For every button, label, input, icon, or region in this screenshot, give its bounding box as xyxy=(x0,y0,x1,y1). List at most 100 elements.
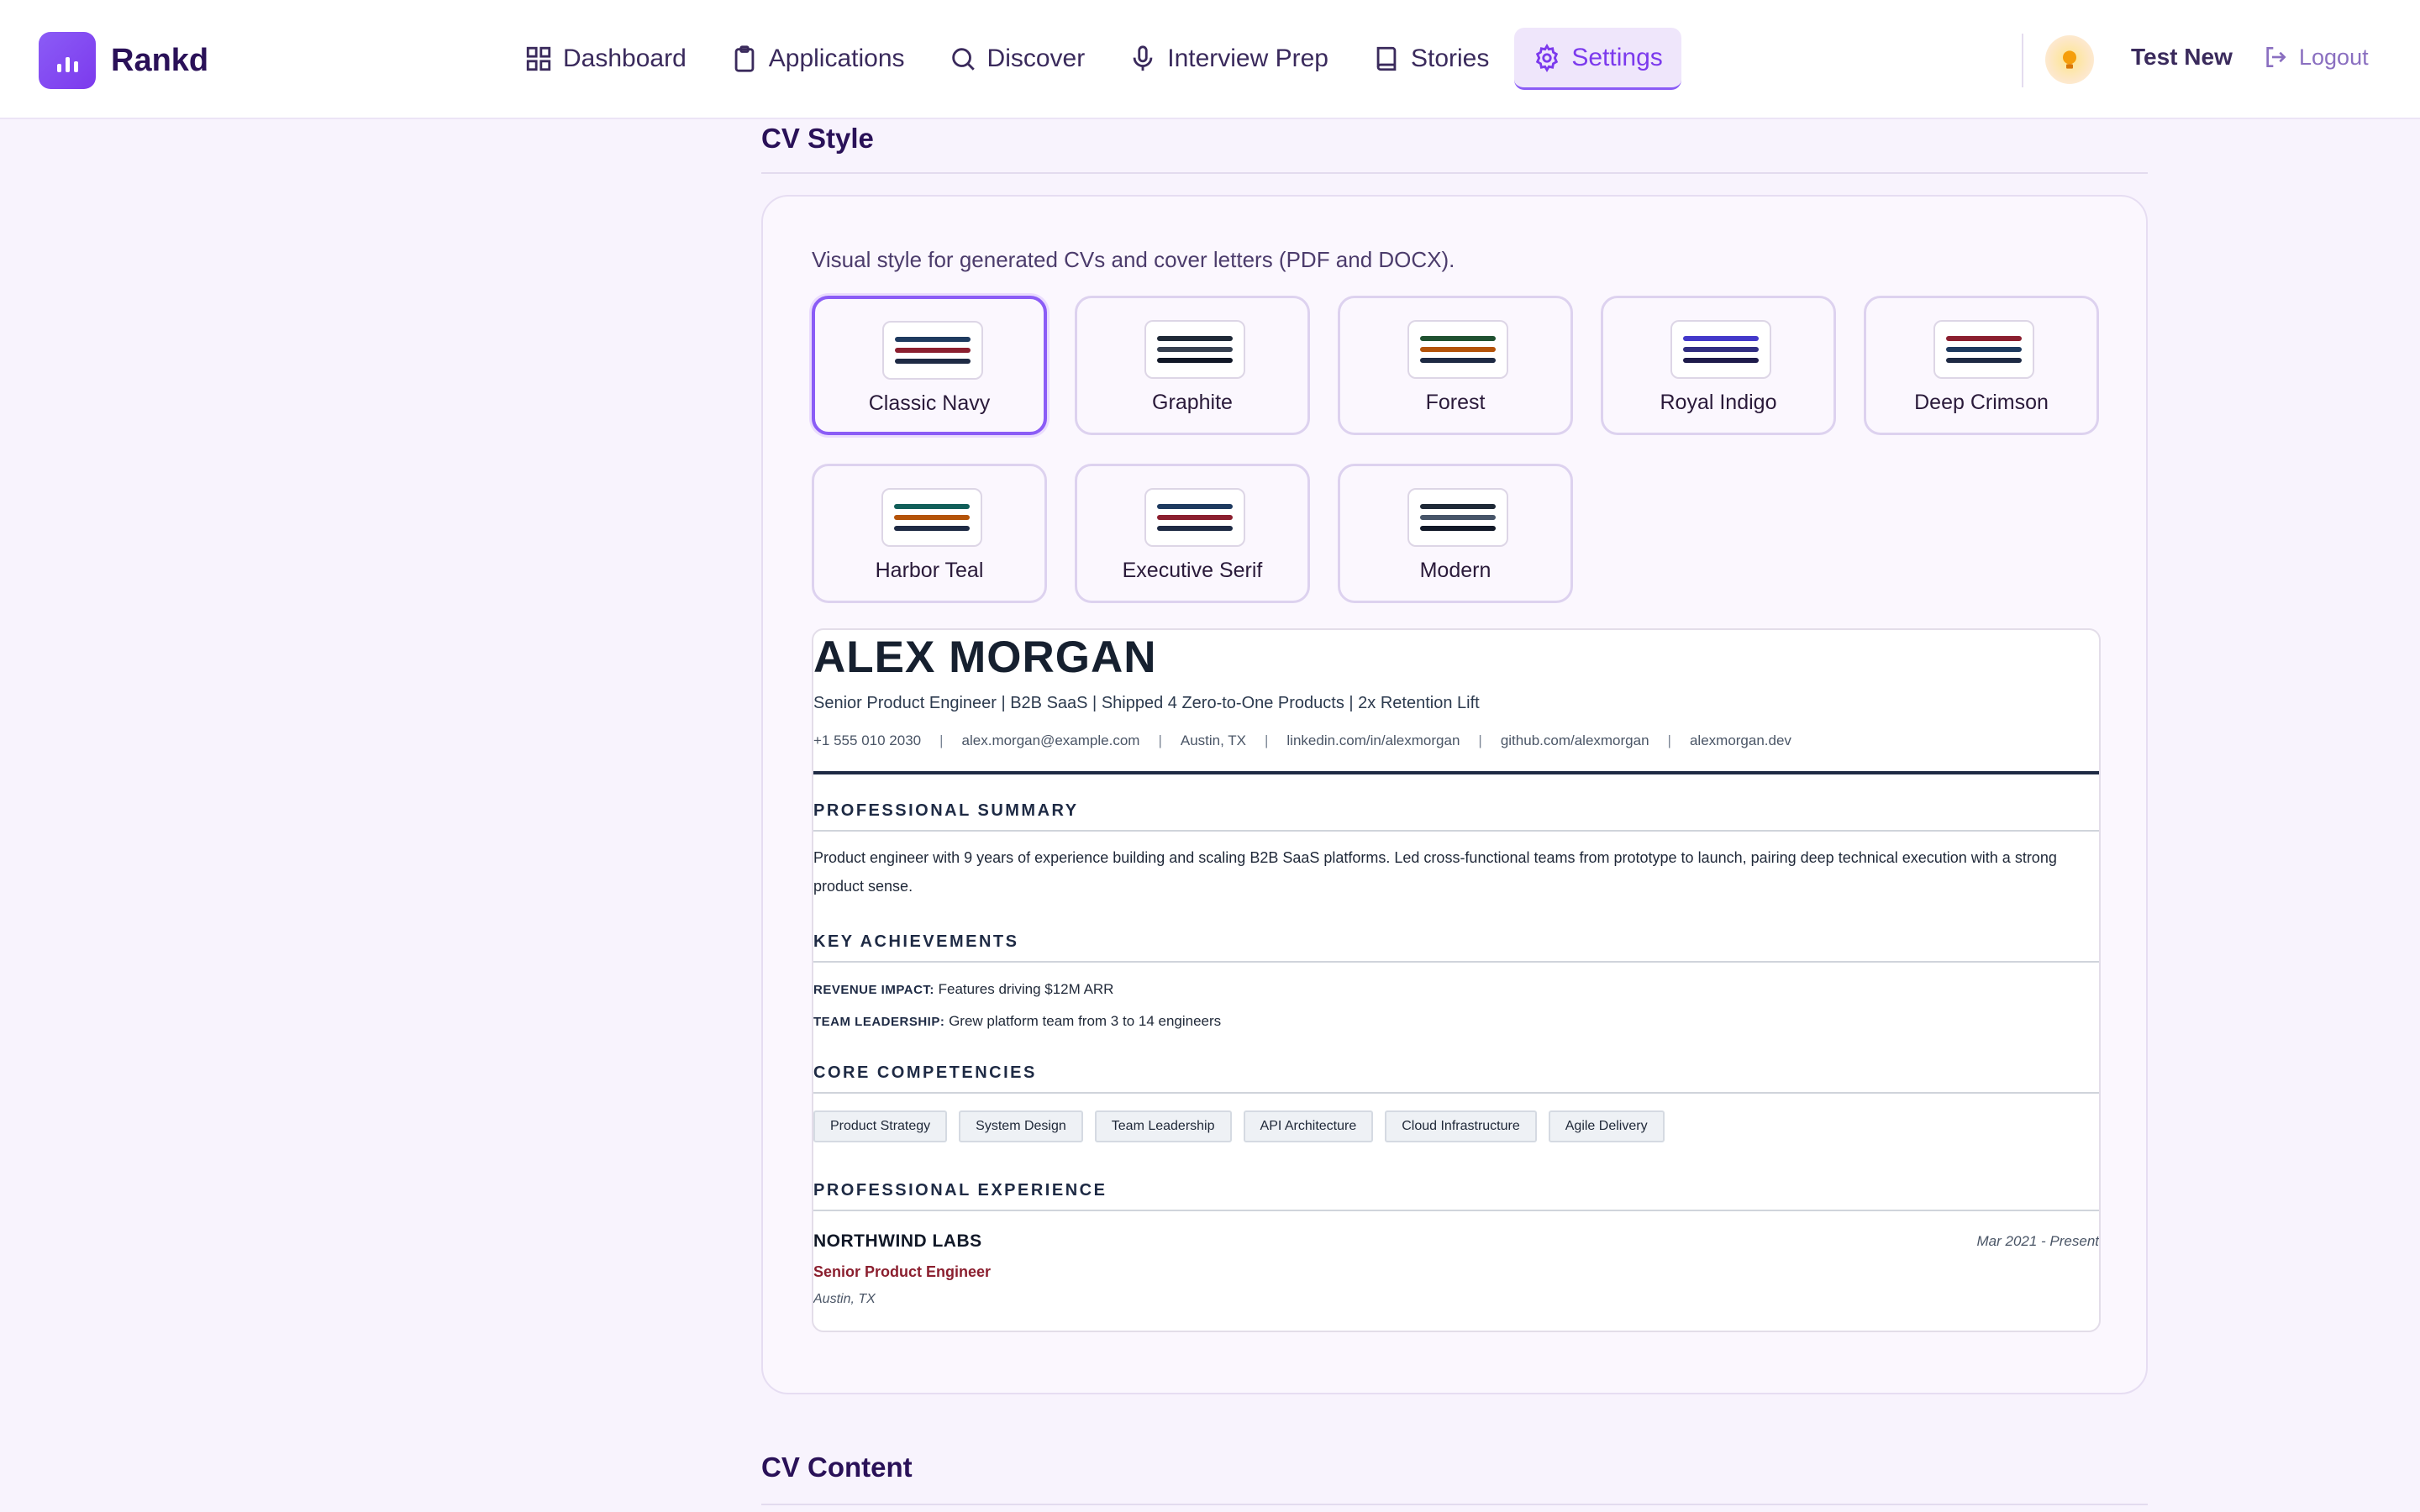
header-divider xyxy=(2022,34,2023,87)
cv-contact-item: linkedin.com/in/alexmorgan xyxy=(1286,732,1460,748)
cv-competency-chip: Team Leadership xyxy=(1094,1110,1232,1142)
nav-label: Stories xyxy=(1410,45,1490,72)
style-option-royal-indigo[interactable]: Royal Indigo xyxy=(1601,296,1836,435)
cv-contact-item: +1 555 010 2030 xyxy=(813,732,922,748)
book-icon xyxy=(1376,46,1397,71)
style-swatch-icon xyxy=(1407,320,1508,379)
swatch-stripe xyxy=(1420,515,1496,520)
style-option-graphite[interactable]: Graphite xyxy=(1075,296,1310,435)
cv-contact-separator: | xyxy=(1667,732,1671,748)
section-divider xyxy=(761,172,2148,174)
swatch-stripe xyxy=(894,526,970,531)
cv-contact-item: Austin, TX xyxy=(1180,732,1246,748)
cv-style-panel: Visual style for generated CVs and cover… xyxy=(761,195,2148,1394)
user-name[interactable]: Test New xyxy=(2131,44,2233,71)
swatch-stripe xyxy=(894,504,970,509)
section-title-cv-style: CV Style xyxy=(761,123,874,154)
top-navigation-bar: Rankd Dashboard Applications Discover In… xyxy=(0,0,2420,119)
cv-location: Austin, TX xyxy=(813,1292,876,1306)
nav-label: Interview Prep xyxy=(1167,45,1328,72)
swatch-stripe xyxy=(1683,358,1759,363)
nav-interview-prep[interactable]: Interview Prep xyxy=(1110,28,1347,90)
swatch-stripe xyxy=(1683,347,1759,352)
cv-heading-competencies: CORE COMPETENCIES xyxy=(813,1063,1037,1082)
main-nav: Dashboard Applications Discover Intervie… xyxy=(506,28,1688,90)
app-name: Rankd xyxy=(111,42,209,78)
swatch-stripe xyxy=(1420,504,1496,509)
cv-competency-list: Product Strategy System Design Team Leader… xyxy=(813,1110,1665,1142)
swatch-stripe xyxy=(1157,347,1233,352)
cv-achievement: REVENUE IMPACT: Features driving $12M AR… xyxy=(813,981,1113,998)
cv-dates: Mar 2021 - Present xyxy=(1976,1233,2099,1249)
cv-contact-line: +1 555 010 2030 | alex.morgan@example.com |… xyxy=(813,732,1791,749)
cv-achievement-label: TEAM LEADERSHIP: xyxy=(813,1015,945,1029)
swatch-stripe xyxy=(1157,358,1233,363)
style-option-label: Modern xyxy=(1419,559,1491,582)
cv-contact-item: alex.morgan@example.com xyxy=(961,732,1140,748)
style-option-deep-crimson[interactable]: Deep Crimson xyxy=(1864,296,2099,435)
nav-applications[interactable]: Applications xyxy=(712,28,923,90)
logout-button[interactable]: Logout xyxy=(2262,44,2369,71)
cv-summary-text: Product engineer with 9 years of experie… xyxy=(813,849,2057,895)
logout-icon xyxy=(2266,47,2286,67)
style-swatch-icon xyxy=(882,321,983,380)
swatch-stripe xyxy=(1157,336,1233,341)
cv-name: ALEX MORGAN xyxy=(813,633,1157,682)
cv-headline: Senior Product Engineer | B2B SaaS | Shi… xyxy=(813,694,1480,712)
swatch-stripe xyxy=(1420,526,1496,531)
cv-contact-item: alexmorgan.dev xyxy=(1689,732,1791,748)
cv-rule xyxy=(813,961,2099,963)
cv-contact-item: github.com/alexmorgan xyxy=(1500,732,1649,748)
nav-discover[interactable]: Discover xyxy=(930,28,1104,90)
cv-heading-experience: PROFESSIONAL EXPERIENCE xyxy=(813,1181,1107,1200)
style-option-forest[interactable]: Forest xyxy=(1338,296,1573,435)
nav-settings[interactable]: Settings xyxy=(1514,28,1681,90)
cv-contact-separator: | xyxy=(1478,732,1482,748)
style-option-label: Graphite xyxy=(1152,391,1233,414)
cv-achievement: TEAM LEADERSHIP: Grew platform team from… xyxy=(813,1013,1221,1030)
cv-contact-separator: | xyxy=(1264,732,1269,748)
style-option-label: Executive Serif xyxy=(1122,559,1263,582)
swatch-stripe xyxy=(895,337,971,342)
cv-rule xyxy=(813,1092,2099,1094)
cv-header-rule xyxy=(813,771,2099,774)
gear-icon xyxy=(1536,43,1559,72)
style-option-harbor-teal[interactable]: Harbor Teal xyxy=(812,464,1047,603)
cv-style-description: Visual style for generated CVs and cover… xyxy=(812,247,1455,272)
cv-rule xyxy=(813,1210,2099,1211)
cv-competency-chip: System Design xyxy=(959,1110,1083,1142)
nav-label: Discover xyxy=(986,45,1086,72)
style-swatch-icon xyxy=(881,488,982,547)
search-icon xyxy=(951,48,975,71)
style-swatch-icon xyxy=(1933,320,2034,379)
style-swatch-icon xyxy=(1144,320,1245,379)
brand-logo[interactable]: Rankd xyxy=(39,32,208,89)
style-option-label: Deep Crimson xyxy=(1914,391,2049,414)
swatch-stripe xyxy=(1157,515,1233,520)
swatch-stripe xyxy=(1683,336,1759,341)
cv-preview: ALEX MORGAN Senior Product Engineer | B2… xyxy=(812,628,2101,1332)
swatch-stripe xyxy=(1157,526,1233,531)
style-option-label: Harbor Teal xyxy=(875,559,984,582)
style-swatch-icon xyxy=(1407,488,1508,547)
cv-competency-chip: API Architecture xyxy=(1243,1110,1374,1142)
clipboard-icon xyxy=(734,45,755,72)
style-option-classic-navy[interactable]: Classic Navy xyxy=(812,296,1047,435)
style-option-modern[interactable]: Modern xyxy=(1338,464,1573,603)
nav-stories[interactable]: Stories xyxy=(1354,28,1507,90)
style-option-executive-serif[interactable]: Executive Serif xyxy=(1075,464,1310,603)
nav-dashboard[interactable]: Dashboard xyxy=(506,28,705,90)
swatch-stripe xyxy=(1946,347,2022,352)
swatch-stripe xyxy=(1157,504,1233,509)
cv-achievement-label: REVENUE IMPACT: xyxy=(813,983,934,997)
section-title-cv-content: CV Content xyxy=(761,1452,913,1483)
swatch-stripe xyxy=(894,515,970,520)
swatch-stripe xyxy=(1420,336,1496,341)
nav-label: Applications xyxy=(768,45,905,72)
grid-icon xyxy=(526,46,551,71)
avatar[interactable] xyxy=(2045,35,2094,84)
nav-label: Dashboard xyxy=(563,45,687,72)
lightbulb-icon xyxy=(2063,50,2076,69)
cv-achievement-text: Grew platform team from 3 to 14 engineer… xyxy=(949,1013,1222,1029)
microphone-icon xyxy=(1133,45,1153,71)
